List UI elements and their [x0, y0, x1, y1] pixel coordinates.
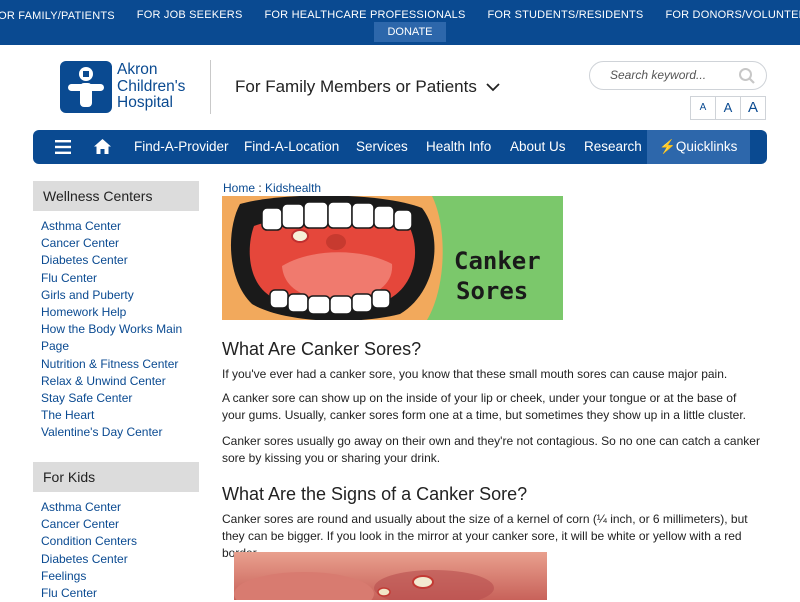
header-divider — [210, 60, 211, 114]
font-size-controls: A A A — [690, 96, 766, 120]
sidebar-list-wellness: Asthma Center Cancer Center Diabetes Cen… — [41, 218, 191, 442]
font-size-medium-button[interactable]: A — [715, 96, 741, 120]
sidebar-item[interactable]: Page — [41, 338, 191, 355]
sidebar-item[interactable]: Condition Centers — [41, 533, 191, 550]
nav-research[interactable]: Research — [584, 130, 642, 164]
section-heading-signs: What Are the Signs of a Canker Sore? — [222, 484, 528, 504]
font-size-small-button[interactable]: A — [690, 96, 716, 120]
breadcrumb: Home : Kidshealth — [223, 181, 322, 195]
illustration-caption: Canker Sores — [454, 247, 541, 305]
sidebar-item[interactable]: Stay Safe Center — [41, 390, 191, 407]
audience-links: ★For Family/Patients For Job Seekers For… — [0, 9, 800, 22]
sidebar-item[interactable]: Valentine's Day Center — [41, 424, 191, 441]
hospital-logo[interactable] — [60, 61, 112, 113]
audience-link-donors[interactable]: For Donors/Volunteers — [665, 9, 800, 22]
paragraph: A canker sore can show up on the inside … — [222, 391, 746, 422]
audience-link-healthcare-professionals[interactable]: For Healthcare Professionals — [265, 9, 466, 22]
sidebar-heading-kids: For Kids — [33, 462, 199, 492]
audience-link-job-seekers[interactable]: For Job Seekers — [137, 9, 243, 22]
search-icon[interactable] — [738, 67, 756, 85]
sidebar-item[interactable]: Nutrition & Fitness Center — [41, 356, 191, 373]
sidebar-item[interactable]: Girls and Puberty — [41, 287, 191, 304]
main-nav: Find-A-Provider Find-A-Location Services… — [33, 130, 767, 164]
home-icon[interactable] — [94, 139, 111, 154]
breadcrumb-kidshealth[interactable]: Kidshealth — [265, 181, 321, 195]
canker-sores-illustration: Canker Sores — [222, 196, 563, 320]
audience-selector[interactable]: For Family Members or Patients — [235, 77, 501, 97]
sidebar-item[interactable]: The Heart — [41, 407, 191, 424]
sidebar-item[interactable]: Homework Help — [41, 304, 191, 321]
chevron-down-icon — [486, 83, 500, 92]
sidebar-item[interactable]: Asthma Center — [41, 218, 191, 235]
canker-sore-photo — [234, 552, 547, 600]
sidebar-item[interactable]: Flu Center — [41, 585, 191, 602]
audience-link-students[interactable]: For Students/Residents — [488, 9, 644, 22]
section-heading-what-are: What Are Canker Sores? — [222, 339, 422, 359]
menu-icon[interactable] — [55, 140, 71, 154]
breadcrumb-home[interactable]: Home — [223, 181, 255, 195]
nav-quicklinks[interactable]: ⚡Quicklinks — [647, 130, 751, 164]
logo-figure-icon — [68, 67, 104, 107]
search-box[interactable] — [589, 61, 767, 90]
nav-about-us[interactable]: About Us — [510, 130, 566, 164]
sidebar-list-kids: Asthma Center Cancer Center Condition Ce… — [41, 499, 191, 602]
sidebar-item[interactable]: Cancer Center — [41, 516, 191, 533]
font-size-large-button[interactable]: A — [740, 96, 766, 120]
sidebar-item[interactable]: Diabetes Center — [41, 551, 191, 568]
sidebar-heading-wellness: Wellness Centers — [33, 181, 199, 211]
lightning-icon: ⚡ — [659, 139, 676, 154]
nav-health-info[interactable]: Health Info — [426, 130, 491, 164]
utility-bar: ★For Family/Patients For Job Seekers For… — [0, 0, 800, 58]
sidebar-item[interactable]: Relax & Unwind Center — [41, 373, 191, 390]
sidebar-item[interactable]: Flu Center — [41, 270, 191, 287]
sidebar-item[interactable]: Cancer Center — [41, 235, 191, 252]
paragraph: If you've ever had a canker sore, you kn… — [222, 367, 728, 381]
sidebar-item[interactable]: Feelings — [41, 568, 191, 585]
search-input[interactable] — [610, 68, 730, 82]
nav-find-a-provider[interactable]: Find-A-Provider — [134, 130, 229, 164]
mouth-photo-image — [234, 552, 547, 600]
paragraph: Canker sores usually go away on their ow… — [222, 434, 760, 465]
logo-wordmark[interactable]: Akron Children's Hospital — [117, 61, 185, 112]
donate-button[interactable]: Donate Now — [374, 22, 446, 58]
audience-link-family[interactable]: ★For Family/Patients — [0, 9, 115, 22]
nav-services[interactable]: Services — [356, 130, 408, 164]
sidebar-item[interactable]: How the Body Works Main — [41, 321, 191, 338]
sidebar-item[interactable]: Asthma Center — [41, 499, 191, 516]
nav-find-a-location[interactable]: Find-A-Location — [244, 130, 339, 164]
sidebar-item[interactable]: Diabetes Center — [41, 252, 191, 269]
